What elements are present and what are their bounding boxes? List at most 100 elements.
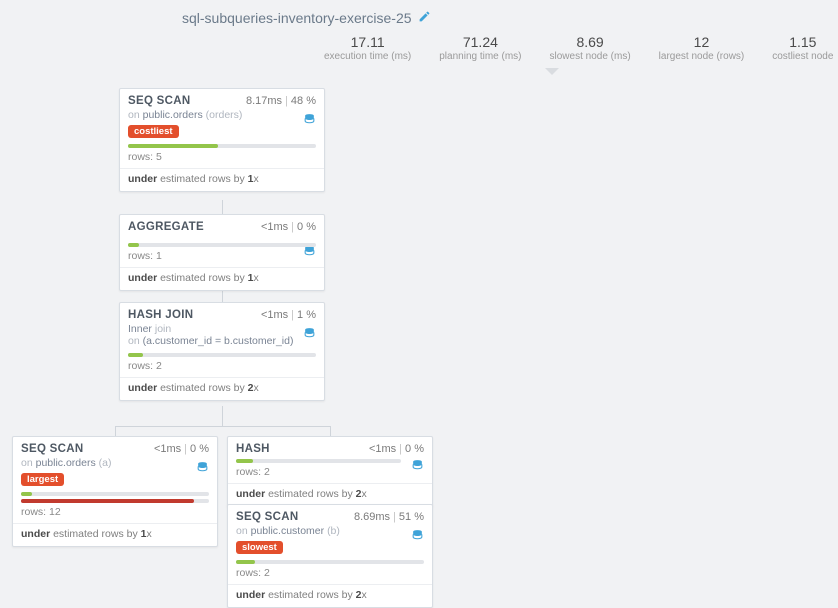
node-timing: <1ms|0 %: [261, 221, 316, 233]
progress-fill: [236, 560, 255, 564]
stat-label: costliest node: [772, 51, 833, 62]
connector: [222, 200, 223, 214]
node-time-value: 8.17ms: [246, 95, 282, 107]
stat-label: largest node (rows): [659, 51, 745, 62]
node-time-pct: 0 %: [190, 443, 209, 455]
database-icon[interactable]: [303, 113, 316, 129]
progress-fill: [128, 243, 139, 247]
stat-label: slowest node (ms): [550, 51, 631, 62]
row-estimate: under estimated rows by 2x: [228, 483, 432, 500]
page-title: sql-subqueries-inventory-exercise-25: [182, 10, 412, 26]
progress-fill: [128, 144, 218, 148]
plan-node-seq-scan-orders[interactable]: SEQ SCAN 8.17ms|48 % on public.orders (o…: [119, 88, 325, 192]
node-header: SEQ SCAN 8.69ms|51 %: [236, 511, 424, 523]
tag-costliest: costliest: [128, 125, 179, 138]
database-icon[interactable]: [196, 461, 209, 477]
edit-icon[interactable]: [418, 10, 431, 26]
node-type: HASH JOIN: [128, 309, 193, 321]
stat-value: 1.15: [772, 34, 833, 50]
progress-fill: [236, 459, 253, 463]
database-icon[interactable]: [411, 459, 424, 475]
node-timing: 8.69ms|51 %: [354, 511, 424, 523]
rows-count: rows: 2: [236, 567, 424, 579]
node-time-value: 8.69ms: [354, 511, 390, 523]
row-estimate: under estimated rows by 2x: [120, 377, 324, 394]
node-time-value: <1ms: [369, 443, 396, 455]
stat-value: 17.11: [324, 34, 411, 50]
node-relation: on public.customer (b): [236, 525, 424, 537]
tag-largest: largest: [21, 473, 64, 486]
node-timing: <1ms|0 %: [154, 443, 209, 455]
node-time-value: <1ms: [154, 443, 181, 455]
node-header: SEQ SCAN <1ms|0 %: [21, 443, 209, 455]
stat-costliest-node: 1.15 costliest node: [758, 34, 838, 62]
stat-largest-node: 12 largest node (rows): [645, 34, 759, 62]
progress-bar: [128, 144, 316, 148]
stat-label: execution time (ms): [324, 51, 411, 62]
row-estimate: under estimated rows by 2x: [228, 584, 432, 601]
plan-node-seq-scan-a[interactable]: SEQ SCAN <1ms|0 % on public.orders (a) l…: [12, 436, 218, 547]
stat-value: 8.69: [550, 34, 631, 50]
connector: [115, 426, 330, 427]
database-icon[interactable]: [303, 327, 316, 343]
node-type: HASH: [236, 443, 270, 455]
row-estimate: under estimated rows by 1x: [120, 168, 324, 185]
node-type: SEQ SCAN: [21, 443, 83, 455]
plan-node-aggregate[interactable]: AGGREGATE <1ms|0 % rows: 1 under estimat…: [119, 214, 325, 291]
node-header: HASH <1ms|0 %: [236, 443, 424, 455]
connector: [222, 406, 223, 426]
stat-value: 71.24: [439, 34, 521, 50]
progress-bar: [21, 492, 209, 496]
stat-value: 12: [659, 34, 745, 50]
node-type: AGGREGATE: [128, 221, 204, 233]
plan-node-hash-join[interactable]: HASH JOIN <1ms|1 % Inner join on (a.cust…: [119, 302, 325, 401]
stat-execution-time: 17.11 execution time (ms): [310, 34, 425, 62]
node-timing: <1ms|0 %: [369, 443, 424, 455]
progress-bar: [128, 353, 316, 357]
node-join-condition: on (a.customer_id = b.customer_id): [128, 335, 316, 347]
plan-node-seq-scan-b[interactable]: SEQ SCAN 8.69ms|51 % on public.customer …: [227, 504, 433, 608]
rows-count: rows: 5: [128, 151, 316, 163]
node-join-type: Inner join: [128, 323, 316, 335]
stat-planning-time: 71.24 planning time (ms): [425, 34, 535, 62]
rows-count: rows: 12: [21, 506, 209, 518]
progress-fill: [128, 353, 143, 357]
node-time-value: <1ms: [261, 309, 288, 321]
connector: [115, 426, 116, 436]
progress-bar-rows: [21, 499, 209, 503]
node-timing: 8.17ms|48 %: [246, 95, 316, 107]
node-type: SEQ SCAN: [128, 95, 190, 107]
node-header: HASH JOIN <1ms|1 %: [128, 309, 316, 321]
node-time-pct: 51 %: [399, 511, 424, 523]
page-header: sql-subqueries-inventory-exercise-25: [0, 0, 838, 26]
connector: [330, 426, 331, 436]
database-icon[interactable]: [411, 529, 424, 545]
tag-slowest: slowest: [236, 541, 283, 554]
caret-down-icon: [545, 68, 559, 75]
stat-label: planning time (ms): [439, 51, 521, 62]
node-time-pct: 0 %: [405, 443, 424, 455]
progress-bar: [236, 560, 424, 564]
node-header: SEQ SCAN 8.17ms|48 %: [128, 95, 316, 107]
node-relation: on public.orders (orders): [128, 109, 316, 121]
progress-fill: [21, 492, 32, 496]
plan-node-hash[interactable]: HASH <1ms|0 % rows: 2 under estimated ro…: [227, 436, 433, 507]
node-time-pct: 48 %: [291, 95, 316, 107]
stat-slowest-node: 8.69 slowest node (ms): [536, 34, 645, 62]
rows-count: rows: 1: [128, 250, 316, 262]
progress-fill: [21, 499, 194, 503]
database-icon[interactable]: [303, 245, 316, 261]
node-relation: on public.orders (a): [21, 457, 209, 469]
node-time-pct: 0 %: [297, 221, 316, 233]
stats-bar: 17.11 execution time (ms) 71.24 planning…: [310, 34, 838, 62]
progress-bar: [128, 243, 316, 247]
node-time-pct: 1 %: [297, 309, 316, 321]
rows-count: rows: 2: [236, 466, 424, 478]
progress-bar: [236, 459, 401, 463]
node-header: AGGREGATE <1ms|0 %: [128, 221, 316, 233]
row-estimate: under estimated rows by 1x: [120, 267, 324, 284]
node-time-value: <1ms: [261, 221, 288, 233]
row-estimate: under estimated rows by 1x: [13, 523, 217, 540]
node-type: SEQ SCAN: [236, 511, 298, 523]
rows-count: rows: 2: [128, 360, 316, 372]
